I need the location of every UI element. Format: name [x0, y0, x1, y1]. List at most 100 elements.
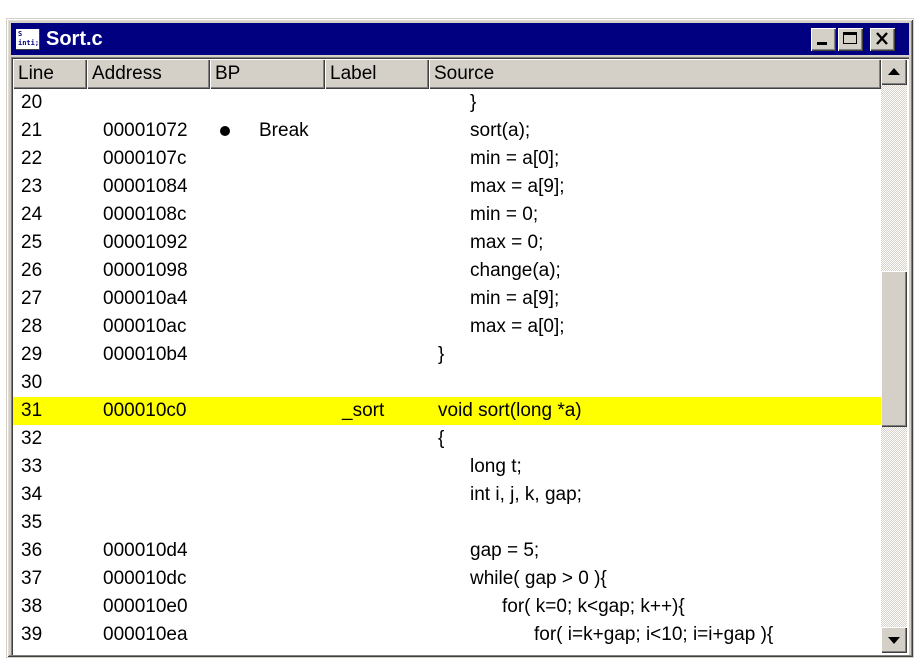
address-cell: 00001072	[103, 120, 188, 141]
maximize-button[interactable]	[838, 28, 863, 51]
line-number: 25	[21, 232, 43, 253]
source-code: min = 0;	[470, 204, 539, 225]
source-code: min = a[9];	[470, 288, 560, 309]
source-code: while( gap > 0 ){	[470, 568, 607, 589]
source-row[interactable]: 28 000010ac max = a[0];	[13, 313, 881, 341]
source-row[interactable]: 32 {	[13, 425, 881, 453]
line-number: 32	[21, 428, 43, 449]
line-number: 26	[21, 260, 43, 281]
line-number: 30	[21, 372, 43, 393]
source-row[interactable]: 38 000010e0 for( k=0; k<gap; k++){	[13, 593, 881, 621]
source-row[interactable]: 35	[13, 509, 881, 537]
source-row[interactable]: 24 0000108c min = 0;	[13, 201, 881, 229]
address-cell: 0000107c	[103, 148, 187, 169]
line-number: 36	[21, 540, 43, 561]
source-code: int i, j, k, gap;	[470, 484, 582, 505]
line-number: 24	[21, 204, 43, 225]
scroll-down-button[interactable]	[881, 627, 907, 653]
source-row[interactable]: 30	[13, 369, 881, 397]
minimize-icon	[817, 42, 827, 45]
title-bar[interactable]: S inti; Sort.c	[11, 23, 909, 55]
scroll-up-button[interactable]	[881, 59, 907, 85]
source-code: max = 0;	[470, 232, 544, 253]
source-code: void sort(long *a)	[438, 400, 582, 421]
source-row[interactable]: 21 00001072 Break sort(a);	[13, 117, 881, 145]
close-icon	[876, 32, 888, 45]
column-header-bp[interactable]: BP	[210, 59, 325, 89]
vertical-scrollbar[interactable]	[881, 59, 907, 653]
column-header-address[interactable]: Address	[87, 59, 210, 89]
line-number: 37	[21, 568, 43, 589]
source-row[interactable]: 36 000010d4 gap = 5;	[13, 537, 881, 565]
scrollbar-thumb[interactable]	[881, 271, 907, 427]
close-button[interactable]	[870, 28, 895, 51]
source-row[interactable]: 33 long t;	[13, 453, 881, 481]
app-icon-text-top: S	[18, 30, 23, 38]
source-code: max = a[9];	[470, 176, 565, 197]
address-cell: 00001098	[103, 260, 188, 281]
address-cell: 000010a4	[103, 288, 188, 309]
source-code: sort(a);	[470, 120, 531, 141]
address-cell: 0000108c	[103, 204, 187, 225]
source-row[interactable]: 39 000010ea for( i=k+gap; i<10; i=i+gap ){	[13, 621, 881, 649]
line-number: 22	[21, 148, 43, 169]
line-number: 31	[21, 400, 43, 421]
line-number: 27	[21, 288, 43, 309]
source-row[interactable]: 37 000010dc while( gap > 0 ){	[13, 565, 881, 593]
address-cell: 000010b4	[103, 344, 188, 365]
source-code: min = a[0];	[470, 148, 560, 169]
source-code: for( i=k+gap; i<10; i=i+gap ){	[534, 624, 774, 645]
source-code: long t;	[470, 456, 522, 477]
source-code: }	[438, 344, 445, 365]
source-row[interactable]: 29 000010b4}	[13, 341, 881, 369]
source-code: {	[438, 428, 445, 449]
address-cell: 000010c0	[103, 400, 187, 421]
breakpoint-cell: Break	[259, 120, 309, 141]
address-cell: 000010e0	[103, 596, 188, 617]
source-row[interactable]: 25 00001092 max = 0;	[13, 229, 881, 257]
line-number: 35	[21, 512, 43, 533]
line-number: 29	[21, 344, 43, 365]
address-cell: 00001092	[103, 232, 188, 253]
address-cell: 00001084	[103, 176, 188, 197]
line-number: 38	[21, 596, 43, 617]
column-header-line[interactable]: Line	[13, 59, 87, 89]
address-cell: 000010ea	[103, 624, 188, 645]
source-code: change(a);	[470, 260, 561, 281]
source-code: }	[470, 92, 477, 113]
source-window: S inti; Sort.c Line Address BP Label Sou…	[6, 18, 914, 658]
scroll-down-arrow-icon	[888, 637, 900, 644]
line-number: 23	[21, 176, 43, 197]
source-row[interactable]: 27 000010a4 min = a[9];	[13, 285, 881, 313]
label-cell: _sort	[342, 400, 385, 421]
breakpoint-icon[interactable]	[220, 126, 230, 136]
current-line-row[interactable]: 31 000010c0 _sort void sort(long *a)	[13, 397, 881, 425]
source-row[interactable]: 26 00001098 change(a);	[13, 257, 881, 285]
app-icon-text-bottom: inti;	[18, 39, 40, 47]
source-row[interactable]: 23 00001084 max = a[9];	[13, 173, 881, 201]
address-cell: 000010d4	[103, 540, 188, 561]
app-icon[interactable]: S inti;	[16, 29, 40, 50]
address-cell: 000010dc	[103, 568, 187, 589]
source-row[interactable]: 34 int i, j, k, gap;	[13, 481, 881, 509]
line-number: 39	[21, 624, 43, 645]
source-listing[interactable]: 20} 21 00001072 Break sort(a); 22 0000107c min …	[13, 89, 881, 655]
source-row[interactable]: 22 0000107c min = a[0];	[13, 145, 881, 173]
source-code: max = a[0];	[470, 316, 565, 337]
client-area: Line Address BP Label Source 20} 21 000010…	[11, 57, 909, 655]
scroll-up-arrow-icon	[888, 68, 900, 75]
maximize-icon	[843, 32, 857, 44]
line-number: 34	[21, 484, 43, 505]
column-header: Line Address BP Label Source	[13, 59, 881, 89]
line-number: 20	[21, 92, 43, 113]
source-code: for( k=0; k<gap; k++){	[502, 596, 685, 617]
line-number: 28	[21, 316, 43, 337]
column-header-source[interactable]: Source	[429, 59, 881, 89]
window-title: Sort.c	[46, 28, 103, 50]
address-cell: 000010ac	[103, 316, 187, 337]
source-row[interactable]: 20}	[13, 89, 881, 117]
column-header-label[interactable]: Label	[325, 59, 429, 89]
line-number: 33	[21, 456, 43, 477]
minimize-button[interactable]	[811, 28, 836, 51]
line-number: 21	[21, 120, 43, 141]
